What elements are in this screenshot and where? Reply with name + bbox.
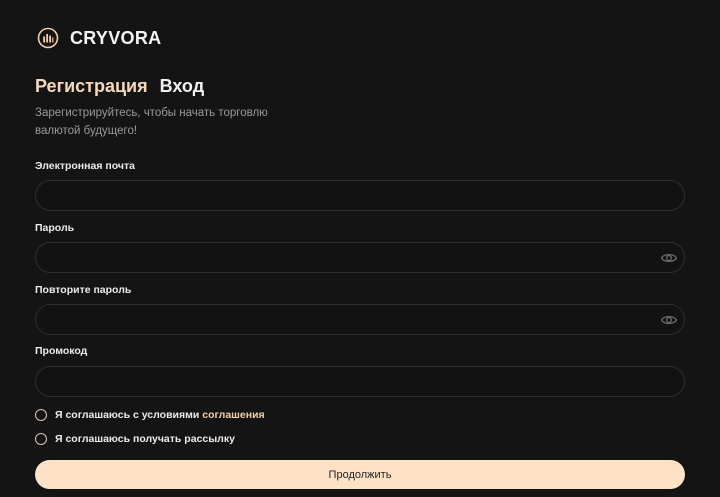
promo-field-wrapper: [35, 366, 685, 397]
terms-agreement-row: Я соглашаюсь с условиями соглашения: [35, 409, 265, 421]
registration-page: CRYVORA Регистрация Вход Зарегистрируйте…: [0, 0, 720, 497]
email-field[interactable]: [36, 181, 684, 210]
password-repeat-field-wrapper: [35, 304, 685, 335]
eye-icon[interactable]: [660, 251, 678, 265]
eye-icon[interactable]: [660, 313, 678, 327]
terms-text: Я соглашаюсь с условиями: [55, 409, 203, 421]
password-repeat-label: Повторите пароль: [35, 284, 132, 296]
bar-chart-circle-icon: [37, 27, 59, 49]
promo-field[interactable]: [36, 367, 684, 396]
continue-button[interactable]: Продолжить: [35, 460, 685, 489]
terms-text-wrapper: Я соглашаюсь с условиями соглашения: [55, 409, 265, 421]
password-field[interactable]: [36, 243, 684, 272]
brand-name: CRYVORA: [70, 27, 162, 48]
tab-login[interactable]: Вход: [160, 76, 205, 97]
promo-label: Промокод: [35, 345, 88, 357]
tab-register[interactable]: Регистрация: [35, 76, 148, 97]
password-repeat-field[interactable]: [36, 305, 684, 334]
page-subtitle: Зарегистрируйтесь, чтобы начать торговлю…: [35, 107, 268, 137]
terms-link[interactable]: соглашения: [202, 409, 264, 421]
terms-radio[interactable]: [35, 409, 47, 421]
email-field-wrapper: [35, 180, 685, 211]
newsletter-agreement-row: Я соглашаюсь получать рассылку: [35, 433, 235, 445]
password-label: Пароль: [35, 222, 75, 234]
newsletter-text: Я соглашаюсь получать рассылку: [55, 433, 235, 445]
email-label: Электронная почта: [35, 160, 135, 172]
password-field-wrapper: [35, 242, 685, 273]
auth-tabs: Регистрация Вход: [35, 76, 204, 97]
brand-header: CRYVORA: [36, 26, 161, 50]
newsletter-radio[interactable]: [35, 433, 47, 445]
